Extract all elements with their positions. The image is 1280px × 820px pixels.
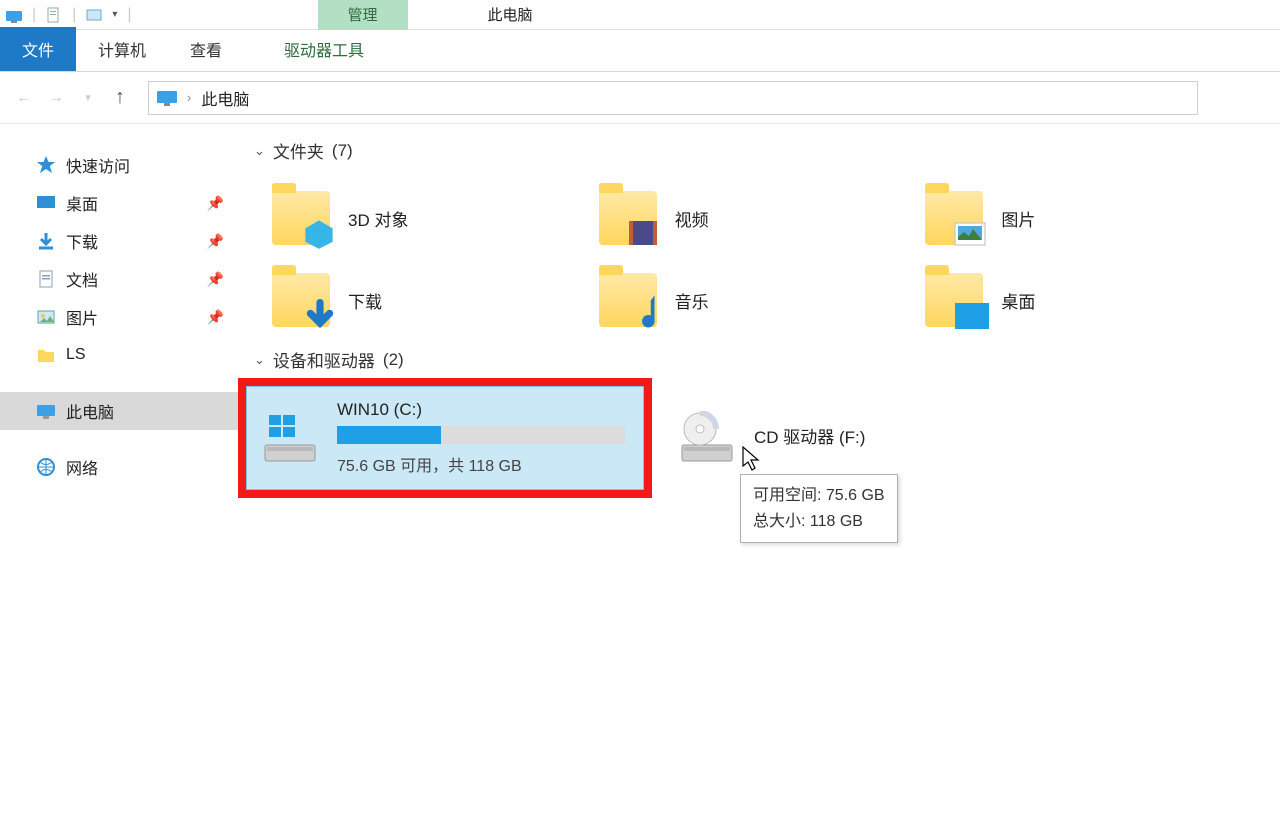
qat-separator: | <box>72 6 76 24</box>
folder-icon <box>36 345 56 365</box>
tree-label: 桌面 <box>66 191 98 215</box>
chevron-down-icon: ⌄ <box>254 143 265 159</box>
drive-name: CD 驱动器 (F:) <box>754 423 1048 448</box>
tree-downloads[interactable]: 下载 📌 <box>0 222 238 260</box>
folder-3d-objects[interactable]: 3D 对象 <box>246 177 573 259</box>
folder-icon <box>925 273 983 327</box>
folder-label: 下载 <box>348 288 382 313</box>
title-bar: | | ▾ | 管理 此电脑 <box>0 0 1280 30</box>
tree-network[interactable]: 网络 <box>0 448 238 486</box>
chevron-down-icon: ⌄ <box>254 352 265 368</box>
recent-dropdown-icon[interactable]: ▾ <box>74 84 102 112</box>
pin-icon: 📌 <box>207 195 224 212</box>
window-title: 此电脑 <box>488 4 533 25</box>
breadcrumb-separator-icon: › <box>187 90 191 105</box>
tab-file[interactable]: 文件 <box>0 27 76 71</box>
download-icon <box>36 231 56 251</box>
drive-info: CD 驱动器 (F:) <box>754 423 1048 454</box>
folder-videos[interactable]: 视频 <box>573 177 900 259</box>
tree-label: 图片 <box>66 305 98 329</box>
navigation-tree: 快速访问 桌面 📌 下载 📌 文档 📌 图片 📌 LS 此 <box>0 124 238 820</box>
tree-label: 下载 <box>66 229 98 253</box>
folders-grid: 3D 对象 视频 图片 下载 音乐 桌面 <box>246 177 1226 341</box>
drive-info: WIN10 (C:) 75.6 GB 可用，共 118 GB <box>337 400 629 476</box>
network-icon <box>36 457 56 477</box>
group-label: 文件夹 <box>273 138 324 163</box>
group-label: 设备和驱动器 <box>273 347 375 372</box>
app-icon <box>6 7 22 23</box>
pc-icon <box>36 401 56 421</box>
drive-tooltip: 可用空间: 75.6 GB 总大小: 118 GB <box>740 474 898 543</box>
disk-icon <box>261 411 319 465</box>
qat-dropdown-icon[interactable]: ▾ <box>112 9 117 20</box>
folder-icon <box>599 273 657 327</box>
quick-access-toolbar: | | ▾ | <box>0 6 138 24</box>
contextual-tab-manage[interactable]: 管理 <box>318 0 408 30</box>
pin-icon: 📌 <box>207 271 224 288</box>
forward-button[interactable]: → <box>42 84 70 112</box>
tab-view[interactable]: 查看 <box>168 27 244 71</box>
drive-c[interactable]: WIN10 (C:) 75.6 GB 可用，共 118 GB <box>246 386 644 490</box>
pin-icon: 📌 <box>207 233 224 250</box>
drive-name: WIN10 (C:) <box>337 400 629 420</box>
tree-label: LS <box>66 346 86 364</box>
tooltip-free-space: 可用空间: 75.6 GB <box>753 483 885 509</box>
group-count: (7) <box>332 141 353 161</box>
tooltip-total-size: 总大小: 118 GB <box>753 509 885 535</box>
content-pane: ⌄ 文件夹 (7) 3D 对象 视频 图片 下载 音乐 <box>238 124 1280 820</box>
folder-music[interactable]: 音乐 <box>573 259 900 341</box>
qat-separator: | <box>127 6 131 24</box>
tree-pictures[interactable]: 图片 📌 <box>0 298 238 336</box>
capacity-fill <box>337 426 441 444</box>
picture-icon <box>36 307 56 327</box>
group-count: (2) <box>383 350 404 370</box>
properties-icon[interactable] <box>46 7 62 23</box>
capacity-bar <box>337 426 625 444</box>
pin-icon: 📌 <box>207 309 224 326</box>
star-icon <box>36 155 56 175</box>
drive-status: 75.6 GB 可用，共 118 GB <box>337 452 629 476</box>
back-button[interactable]: ← <box>10 84 38 112</box>
tree-quick-access[interactable]: 快速访问 <box>0 146 238 184</box>
folder-desktop[interactable]: 桌面 <box>899 259 1226 341</box>
folder-label: 音乐 <box>675 288 709 313</box>
qat-item-icon[interactable] <box>86 7 102 23</box>
tree-label: 网络 <box>66 455 98 479</box>
folder-label: 桌面 <box>1001 288 1035 313</box>
tree-ls-folder[interactable]: LS <box>0 336 238 374</box>
folder-icon <box>599 191 657 245</box>
tree-label: 快速访问 <box>66 153 130 177</box>
folder-pictures[interactable]: 图片 <box>899 177 1226 259</box>
cdrom-icon <box>678 411 736 465</box>
pc-icon <box>157 90 177 106</box>
tree-documents[interactable]: 文档 📌 <box>0 260 238 298</box>
folder-label: 视频 <box>675 206 709 231</box>
folder-icon <box>272 273 330 327</box>
up-button[interactable]: ↑ <box>106 84 134 112</box>
tree-label: 此电脑 <box>66 399 114 423</box>
folder-label: 3D 对象 <box>348 206 408 231</box>
folder-icon <box>925 191 983 245</box>
breadcrumb-root[interactable]: 此电脑 <box>201 86 249 110</box>
folder-label: 图片 <box>1001 206 1035 231</box>
ribbon-tabs: 文件 计算机 查看 驱动器工具 <box>0 30 1280 72</box>
group-folders-header[interactable]: ⌄ 文件夹 (7) <box>254 138 1272 163</box>
navigation-bar: ← → ▾ ↑ › 此电脑 <box>0 72 1280 124</box>
tree-this-pc[interactable]: 此电脑 <box>0 392 238 430</box>
main-area: 快速访问 桌面 📌 下载 📌 文档 📌 图片 📌 LS 此 <box>0 124 1280 820</box>
desktop-icon <box>36 193 56 213</box>
document-icon <box>36 269 56 289</box>
folder-icon <box>272 191 330 245</box>
tab-computer[interactable]: 计算机 <box>76 27 168 71</box>
tab-drive-tools[interactable]: 驱动器工具 <box>262 27 386 71</box>
address-bar[interactable]: › 此电脑 <box>148 81 1198 115</box>
tree-desktop[interactable]: 桌面 📌 <box>0 184 238 222</box>
qat-separator: | <box>32 6 36 24</box>
folder-downloads[interactable]: 下载 <box>246 259 573 341</box>
group-devices-header[interactable]: ⌄ 设备和驱动器 (2) <box>254 347 1272 372</box>
tree-label: 文档 <box>66 267 98 291</box>
